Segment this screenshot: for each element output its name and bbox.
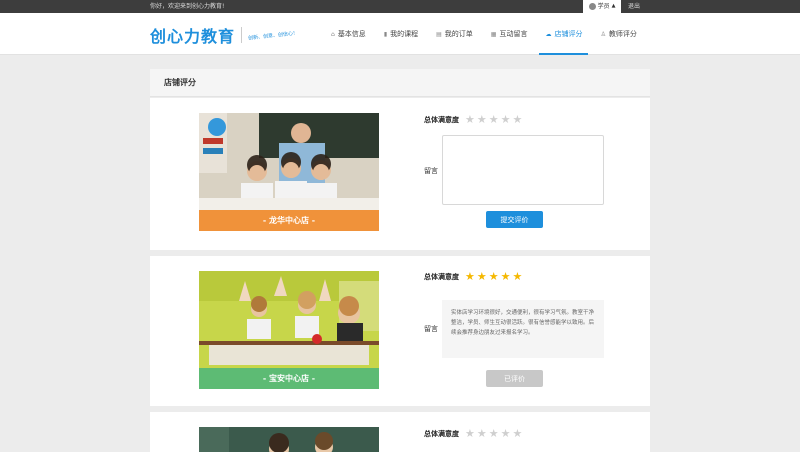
nav-item-store-rating[interactable]: ☁ 店铺评分 xyxy=(536,13,591,55)
rating-row: 总体满意度 ★ ★ ★ ★ ★ xyxy=(424,114,522,125)
star-rating[interactable]: ★ ★ ★ ★ ★ xyxy=(465,114,522,125)
rating-row: 总体满意度 ★ ★ ★ ★ ★ xyxy=(424,428,522,439)
star-icon: ★ xyxy=(476,270,487,283)
classroom-photo xyxy=(199,427,379,452)
logo[interactable]: 创心力教育 创新、创意、创信心！ xyxy=(150,23,298,47)
nav-item-my-courses[interactable]: ▮ 我的课程 xyxy=(375,13,427,55)
message-label: 留言 xyxy=(424,325,438,333)
chevron-up-icon: ▲ xyxy=(611,3,616,9)
star-icon[interactable]: ★ xyxy=(513,428,523,439)
store-photo: - 龙华中心店 - xyxy=(199,113,379,231)
star-icon[interactable]: ★ xyxy=(489,428,499,439)
list-icon: ▤ xyxy=(436,30,442,38)
panel-title: 店铺评分 xyxy=(150,69,650,97)
user-name: 学员 xyxy=(597,3,610,10)
header: 创心力教育 创新、创意、创信心！ ⌂ 基本信息 ▮ 我的课程 ▤ 我的订单 ▦ … xyxy=(0,13,800,55)
star-icon[interactable]: ★ xyxy=(477,114,487,125)
shop-icon: ☁ xyxy=(545,30,552,38)
store-card: 总体满意度 ★ ★ ★ ★ ★ xyxy=(150,412,650,452)
chart-icon: ▮ xyxy=(383,30,388,38)
submit-review-button[interactable]: 提交评价 xyxy=(486,211,543,228)
rating-row: 总体满意度 ★ ★ ★ ★ ★ xyxy=(424,271,522,282)
star-icon[interactable]: ★ xyxy=(501,428,511,439)
top-bar: 你好，欢迎来到创心力教育! 学员 ▲ 退出 xyxy=(0,0,800,13)
message-input[interactable] xyxy=(442,135,604,205)
star-icon: ★ xyxy=(488,270,499,283)
store-name-label: - 龙华中心店 - xyxy=(199,210,379,231)
rating-label: 总体满意度 xyxy=(424,115,459,124)
star-icon[interactable]: ★ xyxy=(477,428,487,439)
star-icon: ★ xyxy=(512,270,523,283)
star-icon[interactable]: ★ xyxy=(501,114,511,125)
star-rating: ★ ★ ★ ★ ★ xyxy=(465,271,522,282)
rating-label: 总体满意度 xyxy=(424,429,459,438)
nav-item-label: 互动留言 xyxy=(499,30,528,38)
nav-item-my-orders[interactable]: ▤ 我的订单 xyxy=(427,13,482,55)
home-icon: ⌂ xyxy=(331,30,335,38)
nav-item-messages[interactable]: ▦ 互动留言 xyxy=(482,13,537,55)
welcome-text: 你好，欢迎来到创心力教育! xyxy=(150,3,225,10)
logo-divider xyxy=(241,27,243,43)
nav-item-teacher-rating[interactable]: ♙ 教师评分 xyxy=(591,13,645,55)
message-label: 留言 xyxy=(424,167,438,175)
user-avatar-icon xyxy=(588,3,596,10)
nav-item-basic-info[interactable]: ⌂ 基本信息 xyxy=(322,13,375,55)
store-photo: - 宝安中心店 - xyxy=(199,271,379,389)
star-icon[interactable]: ★ xyxy=(513,114,523,125)
rating-label: 总体满意度 xyxy=(424,272,459,281)
store-name-label: - 宝安中心店 - xyxy=(199,368,379,389)
logo-slogan: 创新、创意、创信心！ xyxy=(247,29,299,42)
reviewed-button: 已评价 xyxy=(486,370,543,387)
store-card: - 宝安中心店 - 总体满意度 ★ ★ ★ ★ ★ 留言 实体店学习环境很好，交… xyxy=(150,256,650,406)
store-photo xyxy=(199,427,379,452)
review-text: 实体店学习环境很好，交通便利，很有学习气氛。教室干净整洁，学员、师生互动很活跃。… xyxy=(442,300,604,358)
star-icon[interactable]: ★ xyxy=(489,114,499,125)
nav-item-label: 基本信息 xyxy=(337,30,366,38)
grid-icon: ▦ xyxy=(490,30,497,38)
star-rating[interactable]: ★ ★ ★ ★ ★ xyxy=(465,428,522,439)
user-menu[interactable]: 学员 ▲ xyxy=(583,0,621,13)
nav-item-label: 店铺评分 xyxy=(554,30,583,38)
nav-item-label: 我的订单 xyxy=(444,30,473,38)
star-icon[interactable]: ★ xyxy=(465,428,475,439)
main-nav: ⌂ 基本信息 ▮ 我的课程 ▤ 我的订单 ▦ 互动留言 ☁ 店铺评分 ♙ 教师评… xyxy=(322,13,646,55)
star-icon: ★ xyxy=(465,270,475,283)
person-icon: ♙ xyxy=(600,30,606,38)
nav-item-label: 教师评分 xyxy=(608,30,637,38)
nav-item-label: 我的课程 xyxy=(390,30,419,38)
star-icon[interactable]: ★ xyxy=(465,114,475,125)
logout-link[interactable]: 退出 xyxy=(628,0,640,13)
store-card: - 龙华中心店 - 总体满意度 ★ ★ ★ ★ ★ 留言 提交评价 xyxy=(150,98,650,250)
star-icon: ★ xyxy=(500,270,511,283)
logo-text: 创心力教育 xyxy=(150,27,236,46)
